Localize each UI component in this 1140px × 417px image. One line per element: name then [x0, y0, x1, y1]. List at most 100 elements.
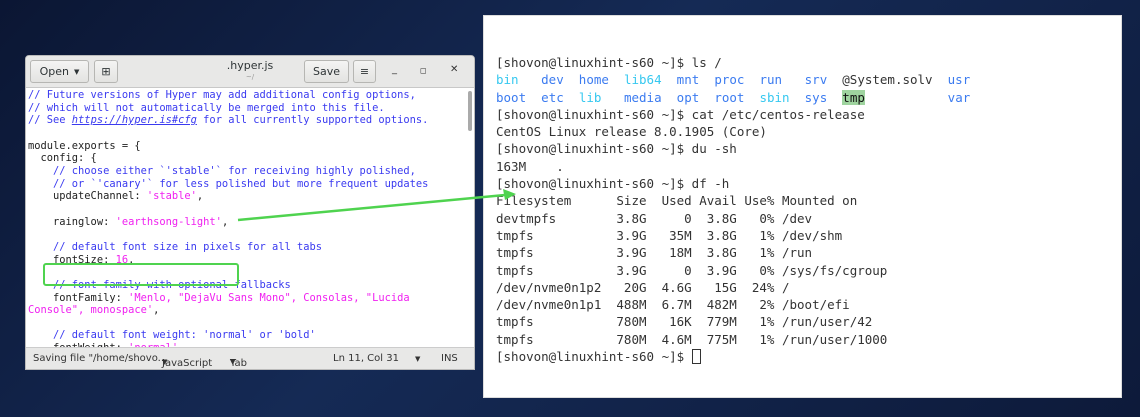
chevron-down-icon: ▼ [162, 358, 168, 366]
status-bar: Saving file "/home/shovo... JavaScript ▼… [26, 347, 474, 369]
maximize-icon[interactable]: ◻ [420, 66, 427, 75]
text-segment: bin [496, 72, 519, 88]
line: [shovon@linuxhint-s60 ~]$ du -sh [496, 140, 970, 157]
line: // default font weight: 'normal' or 'bol… [28, 329, 464, 342]
text-segment: rainglow: [28, 215, 116, 228]
text-segment [662, 72, 677, 87]
text-segment: config: { [28, 152, 97, 165]
text-segment: lib64 [623, 72, 662, 88]
line: 163M . [496, 158, 970, 175]
text-editor-window: Open ▼ ⊞ .hyper.js ~/ Save ≡ _ ◻ ✕ // Fut… [25, 55, 475, 370]
line: tmpfs 780M 4.6M 775M 1% /run/user/1000 [496, 331, 970, 348]
text-segment: etc [541, 89, 564, 105]
text-segment [865, 90, 948, 105]
save-label: Save [312, 65, 340, 78]
line: Console", monospace', [28, 304, 464, 317]
scrollbar[interactable] [468, 91, 472, 131]
text-segment: , [196, 190, 204, 203]
text-segment: run [759, 72, 783, 88]
text-segment [28, 178, 53, 190]
chevron-down-icon: ▼ [230, 358, 236, 366]
save-button[interactable]: Save [304, 60, 349, 83]
line: tmpfs 780M 16K 779M 1% /run/user/42 [496, 313, 970, 330]
text-segment [699, 72, 714, 87]
text-segment [519, 72, 542, 87]
line: ​ [28, 127, 464, 140]
line: // choose either `'stable'` for receivin… [28, 165, 464, 178]
text-segment: [shovon@linuxhint-s60 ~]$ df -h [496, 176, 730, 192]
text-segment [28, 329, 53, 341]
text-segment: updateChannel: [28, 190, 147, 203]
highlight-box [43, 263, 239, 286]
text-segment: 'earthsong-light' [115, 215, 222, 228]
language-label: JavaScript [162, 358, 213, 369]
text-segment: Filesystem Size Used Avail Use% Mounted … [496, 193, 858, 209]
saving-status: Saving file "/home/shovo... [33, 353, 168, 364]
text-segment [564, 90, 579, 105]
line: module.exports = { [28, 140, 464, 153]
line: CentOS Linux release 8.0.1905 (Core) [496, 123, 970, 140]
text-segment [526, 90, 541, 105]
menu-button[interactable]: ≡ [353, 60, 376, 83]
text-segment: var [947, 89, 971, 105]
text-segment [699, 90, 714, 105]
close-icon[interactable]: ✕ [450, 64, 458, 75]
text-segment: home [578, 72, 609, 88]
text-segment: proc [714, 72, 745, 88]
text-segment: /dev/nvme0n1p2 20G 4.6G 15G 24% / [496, 279, 790, 295]
text-segment: [shovon@linuxhint-s60 ~]$ cat /etc/cento… [496, 106, 865, 122]
minimize-icon[interactable]: _ [392, 64, 397, 75]
text-segment: tmpfs 780M 16K 779M 1% /run/user/42 [496, 314, 873, 330]
hamburger-icon: ≡ [359, 65, 370, 78]
text-segment: [shovon@linuxhint-s60 ~]$ [496, 349, 692, 365]
text-segment: tmpfs 3.9G 35M 3.8G 1% /dev/shm [496, 227, 843, 243]
terminal-output: [shovon@linuxhint-s60 ~]$ ls / bin dev ho… [496, 54, 970, 365]
line: devtmpfs 3.8G 0 3.8G 0% /dev [496, 210, 970, 227]
text-segment: fontFamily: [28, 291, 129, 304]
text-segment: // See [28, 114, 72, 127]
terminal-window[interactable]: [shovon@linuxhint-s60 ~]$ ls / bin dev ho… [483, 15, 1122, 398]
code-editor-area[interactable]: // Future versions of Hyper may add addi… [28, 89, 464, 355]
text-segment: // default font weight: 'normal' or 'bol… [53, 329, 316, 342]
text-segment: // default font size in pixels for all t… [53, 240, 323, 253]
text-segment: 'Menlo, "DejaVu Sans Mono", Consolas, "L… [128, 291, 410, 304]
text-segment: opt [676, 89, 700, 105]
line: tmpfs 3.9G 0 3.9G 0% /sys/fs/cgroup [496, 262, 970, 279]
text-segment: /dev/nvme0n1p1 488M 6.7M 482M 2% /boot/e… [496, 297, 850, 313]
text-segment: Console", monospace' [28, 304, 154, 317]
chevron-down-icon[interactable]: ▼ [415, 355, 420, 363]
line: tmpfs 3.9G 35M 3.8G 1% /dev/shm [496, 227, 970, 244]
insert-mode[interactable]: INS [441, 353, 458, 364]
line: ​ [28, 228, 464, 241]
text-segment: dev [541, 72, 564, 88]
text-segment [744, 90, 759, 105]
text-segment [564, 72, 579, 87]
text-segment: // or `'canary'` for less polished but m… [53, 177, 429, 190]
text-segment: sys [804, 89, 828, 105]
cursor-position: Ln 11, Col 31 [333, 353, 399, 364]
line: // which will not automatically be merge… [28, 102, 464, 115]
text-segment [609, 72, 624, 87]
text-segment: lib [578, 89, 602, 105]
line: [shovon@linuxhint-s60 ~]$ [496, 348, 970, 365]
text-segment: https://hyper.is#cfg [71, 114, 197, 127]
document-path: ~/ [245, 73, 255, 81]
text-segment: root [714, 89, 745, 105]
text-segment: // which will not automatically be merge… [28, 101, 385, 114]
text-segment: media [623, 89, 662, 105]
line: fontFamily: 'Menlo, "DejaVu Sans Mono", … [28, 292, 464, 305]
text-segment [782, 72, 805, 87]
text-segment [827, 90, 842, 105]
text-segment: CentOS Linux release 8.0.1905 (Core) [496, 124, 767, 140]
line: [shovon@linuxhint-s60 ~]$ cat /etc/cento… [496, 106, 970, 123]
text-segment [601, 90, 624, 105]
text-segment: tmpfs 780M 4.6M 775M 1% /run/user/1000 [496, 331, 888, 347]
line: rainglow: 'earthsong-light', [28, 216, 464, 229]
cursor [691, 349, 701, 365]
line: boot etc lib media opt root sbin sys tmp… [496, 89, 970, 106]
line: [shovon@linuxhint-s60 ~]$ ls / [496, 54, 970, 71]
line: /dev/nvme0n1p2 20G 4.6G 15G 24% / [496, 279, 970, 296]
text-segment [28, 241, 53, 253]
text-segment: tmp [842, 89, 865, 105]
text-segment: boot [496, 89, 527, 105]
